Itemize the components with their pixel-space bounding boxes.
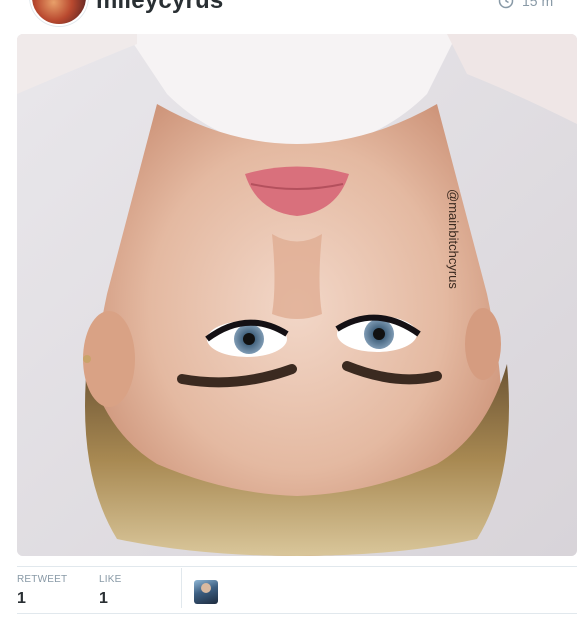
liker-avatar[interactable] [194, 580, 218, 604]
clock-icon [498, 0, 514, 9]
tweet-time[interactable]: 15 m [498, 0, 553, 11]
stat-separator [181, 568, 182, 608]
retweet-count: 1 [17, 590, 26, 607]
tweet-header: mileycyrus 15 m [0, 0, 585, 30]
retweet-stat[interactable]: RETWEET 1 [17, 574, 67, 608]
retweet-label: RETWEET [17, 574, 68, 585]
like-label: LIKE [99, 574, 122, 585]
tweet-photo[interactable]: @mainbitchcyrus [17, 34, 577, 556]
like-stat[interactable]: LIKE 1 [99, 574, 121, 608]
divider-bottom [17, 613, 577, 614]
like-count: 1 [99, 590, 108, 607]
profile-avatar[interactable] [30, 0, 88, 26]
divider-top [17, 566, 577, 567]
photo-watermark: @mainbitchcyrus [446, 189, 461, 289]
username[interactable]: mileycyrus [96, 0, 223, 15]
time-label: 15 m [522, 0, 554, 9]
